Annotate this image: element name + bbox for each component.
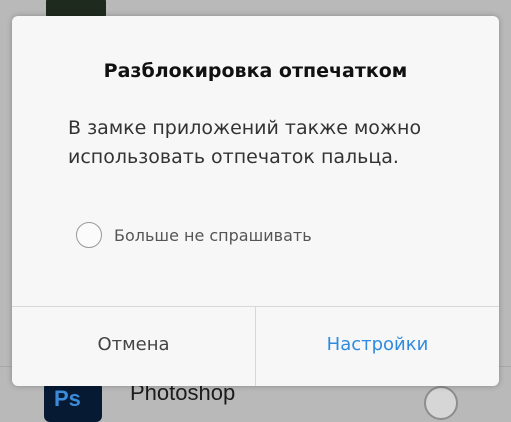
app-lock-toggle xyxy=(424,386,458,420)
photoshop-app-icon: Ps xyxy=(44,382,102,422)
fingerprint-unlock-dialog: Разблокировка отпечатком В замке приложе… xyxy=(12,16,499,386)
dont-ask-again-checkbox[interactable]: Больше не спрашивать xyxy=(76,220,312,250)
dialog-button-bar: Отмена Настройки xyxy=(12,306,499,386)
checkbox-label: Больше не спрашивать xyxy=(114,225,312,245)
settings-button[interactable]: Настройки xyxy=(256,307,499,386)
dialog-message: В замке приложений также можно использов… xyxy=(68,117,422,168)
checkbox-circle-icon[interactable] xyxy=(76,222,102,248)
cancel-button[interactable]: Отмена xyxy=(12,307,256,386)
dialog-title: Разблокировка отпечатком xyxy=(103,60,408,82)
